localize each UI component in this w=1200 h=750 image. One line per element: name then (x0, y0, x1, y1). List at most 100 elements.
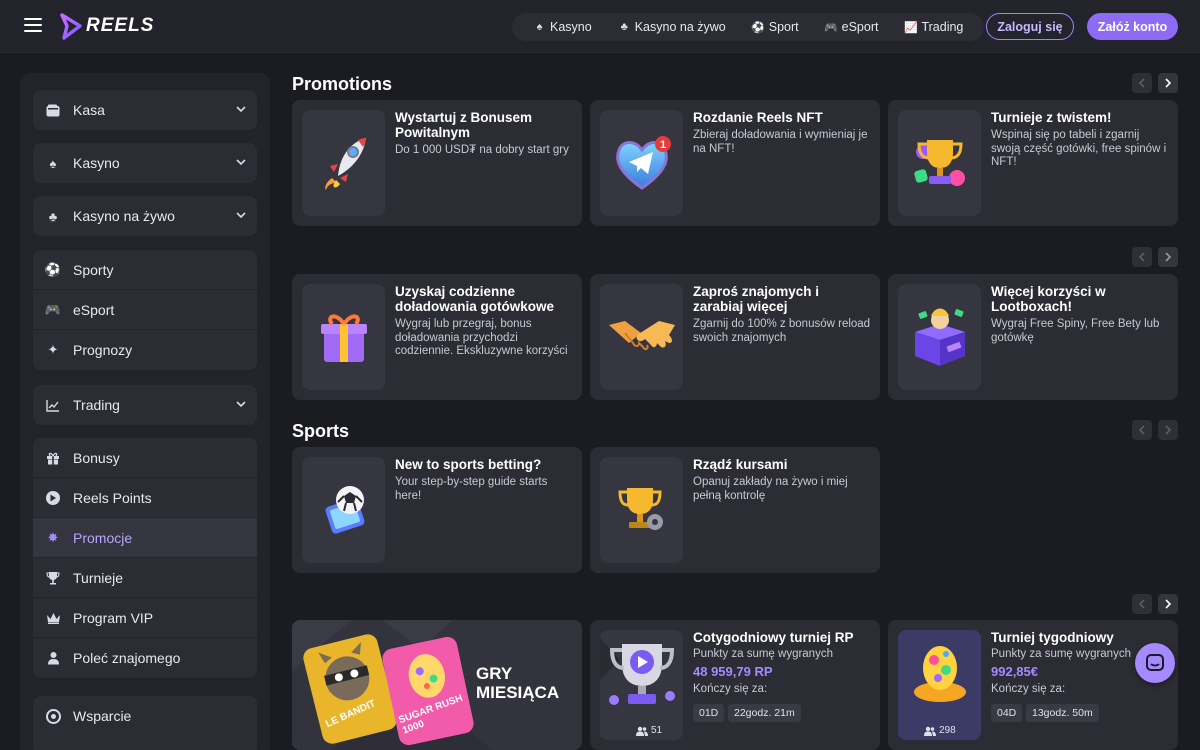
sidebar-item-kasa[interactable]: Kasa (33, 90, 257, 130)
users-icon (924, 726, 936, 736)
carousel-next-button[interactable] (1158, 594, 1178, 614)
promo-card-daily-cashback[interactable]: Uzyskaj codzienne doładowania gotówkowe … (292, 274, 582, 400)
card-description: Wygraj Free Spiny, Free Bety lub gotówkę (991, 318, 1160, 344)
sidebar-item-label: Kasyno na żywo (73, 208, 175, 224)
tournament-card-weekly[interactable]: 298 Turniej tygodniowy Punkty za sumę wy… (888, 620, 1178, 750)
tournament-title: Turniej tygodniowy (991, 630, 1114, 645)
sidebar-group-kasyno-live: ♣ Kasyno na żywo (33, 196, 257, 236)
sidebar-item-promocje[interactable]: ✸ Promocje (33, 518, 257, 558)
sports-card-control-odds[interactable]: Rządź kursami Opanuj zakłady na żywo i m… (590, 447, 880, 573)
games-of-month-banner[interactable]: LE BANDIT SUGAR RUSH 1000 GRY MIESIĄCA (292, 620, 582, 750)
sidebar-item-kasyno[interactable]: ♠ Kasyno (33, 143, 257, 183)
sidebar-item-label: Program VIP (73, 609, 154, 626)
chart-icon (44, 396, 62, 414)
card-title: Więcej korzyści w Lootboxach! (991, 284, 1106, 314)
tournament-subtitle: Punkty za sumę wygranych (693, 648, 833, 660)
section-title-sports: Sports (292, 421, 350, 441)
sidebar-item-turnieje[interactable]: Turnieje (33, 558, 257, 598)
player-count-value: 51 (651, 725, 663, 736)
promo-card-nft[interactable]: 1 Rozdanie Reels NFT Zbieraj doładowania… (590, 100, 880, 226)
carousel-prev-button[interactable] (1132, 420, 1152, 440)
sidebar-item-label: Bonusy (73, 449, 120, 466)
countdown-time: 22godz. 21m (728, 704, 801, 722)
carousel-next-button[interactable] (1158, 247, 1178, 267)
live-cards-icon: ♣ (48, 208, 58, 224)
sidebar-item-bonusy[interactable]: Bonusy (33, 438, 257, 478)
logo-mark-icon (60, 13, 82, 40)
countdown-days: 04D (991, 704, 1023, 722)
promo-card-invite-friends[interactable]: Zaproś znajomych i zarabiaj więcej Zgarn… (590, 274, 880, 400)
carousel-prev-button[interactable] (1132, 594, 1152, 614)
sidebar: Kasa ♠ Kasyno ♣ Kasyno na żywo ⚽ Sporty … (20, 73, 270, 750)
sidebar-group-trading: Trading (33, 385, 257, 425)
trophy-gear-icon (600, 457, 683, 563)
sidebar-item-polec-znajomego[interactable]: Poleć znajomego (33, 638, 257, 678)
banner-title-line1: GRY (476, 664, 513, 683)
card-title: Rządź kursami (693, 457, 788, 472)
sidebar-item-wsparcie[interactable]: Wsparcie (33, 696, 257, 736)
sidebar-item-reels-points[interactable]: Reels Points (33, 478, 257, 518)
promotions-carousel-arrows-2 (1132, 247, 1178, 267)
sidebar-item-esport[interactable]: 🎮 eSport (33, 290, 257, 330)
menu-icon[interactable] (24, 18, 42, 32)
users-icon (636, 726, 648, 736)
user-icon (44, 649, 62, 667)
sidebar-item-label: eSport (73, 301, 115, 318)
tournament-ends-label: Kończy się za: (991, 683, 1066, 695)
card-title: New to sports betting? (395, 457, 542, 472)
soccer-ball-icon: ⚽ (44, 261, 62, 277)
carousel-next-button[interactable] (1158, 73, 1178, 93)
chat-icon (1146, 654, 1164, 671)
sports-card-new-to-betting[interactable]: New to sports betting? Your step-by-step… (292, 447, 582, 573)
trophy-icon (44, 569, 62, 587)
nav-sport[interactable]: ⚽ Sport (739, 20, 812, 34)
promo-card-tournaments[interactable]: Turnieje z twistem! Wspinaj się po tabel… (888, 100, 1178, 226)
card-title: Zaproś znajomych i zarabiaj więcej (693, 284, 820, 314)
wallet-icon (44, 101, 62, 119)
tournament-prize: 992,85€ (991, 664, 1038, 679)
sidebar-item-sporty[interactable]: ⚽ Sporty (33, 250, 257, 290)
player-count: 51 (636, 725, 662, 736)
promo-card-lootboxes[interactable]: Więcej korzyści w Lootboxach! Wygraj Fre… (888, 274, 1178, 400)
login-button[interactable]: Zaloguj się (986, 13, 1074, 40)
sidebar-item-program-vip[interactable]: Program VIP (33, 598, 257, 638)
chevron-down-icon (236, 401, 246, 408)
card-description: Wspinaj się po tabeli i zgarnij swoją cz… (991, 129, 1167, 168)
countdown-time: 13godz. 50m (1026, 704, 1099, 722)
sidebar-group-sport: ⚽ Sporty 🎮 eSport ✦ Prognozy (33, 250, 257, 370)
tournament-card-weekly-rp[interactable]: 51 Cotygodniowy turniej RP Punkty za sum… (590, 620, 880, 750)
chat-support-button[interactable] (1135, 643, 1175, 683)
card-description: Do 1 000 USD₮ na dobry start gry (395, 144, 569, 156)
telegram-heart-icon: 1 (600, 110, 683, 216)
carousel-next-button[interactable] (1158, 420, 1178, 440)
carousel-prev-button[interactable] (1132, 73, 1152, 93)
reels-trophy-icon (600, 638, 675, 705)
tournaments-carousel-arrows (1132, 594, 1178, 614)
nav-kasyno-na-zywo[interactable]: ♣ Kasyno na żywo (605, 20, 739, 34)
card-title: Wystartuj z Bonusem Powitalnym (395, 110, 533, 140)
tournament-thumb: 298 (898, 630, 981, 740)
chevron-left-icon (1138, 599, 1145, 609)
tournament-subtitle: Punkty za sumę wygranych (991, 648, 1131, 660)
card-title: Rozdanie Reels NFT (693, 110, 823, 125)
sidebar-item-kasyno-na-zywo[interactable]: ♣ Kasyno na żywo (33, 196, 257, 236)
nav-kasyno[interactable]: ♠ Kasyno (520, 20, 605, 34)
register-button[interactable]: Załóż konto (1087, 13, 1178, 40)
sidebar-group-rewards: Bonusy Reels Points ✸ Promocje Turnieje … (33, 438, 257, 678)
nav-trading[interactable]: 📈 Trading (891, 20, 976, 34)
sidebar-item-prognozy[interactable]: ✦ Prognozy (33, 330, 257, 370)
nav-label: Kasyno (550, 20, 592, 34)
phone-soccer-icon (302, 457, 385, 563)
sidebar-item-label: Wsparcie (73, 708, 132, 724)
banner-title-line2: MIESIĄCA (476, 683, 560, 702)
chevron-down-icon (236, 106, 246, 113)
card-description: Wygraj lub przegraj, bonus doładowania p… (395, 318, 568, 357)
logo[interactable]: REELS (58, 12, 154, 40)
promo-card-welcome-bonus[interactable]: Wystartuj z Bonusem Powitalnym Do 1 000 … (292, 100, 582, 226)
sidebar-item-trading[interactable]: Trading (33, 385, 257, 425)
nav-esport[interactable]: 🎮 eSport (812, 20, 892, 34)
sidebar-item-label: Reels Points (73, 489, 152, 506)
sidebar-group-kasyno: ♠ Kasyno (33, 143, 257, 183)
carousel-prev-button[interactable] (1132, 247, 1152, 267)
logo-text: REELS (86, 15, 155, 36)
